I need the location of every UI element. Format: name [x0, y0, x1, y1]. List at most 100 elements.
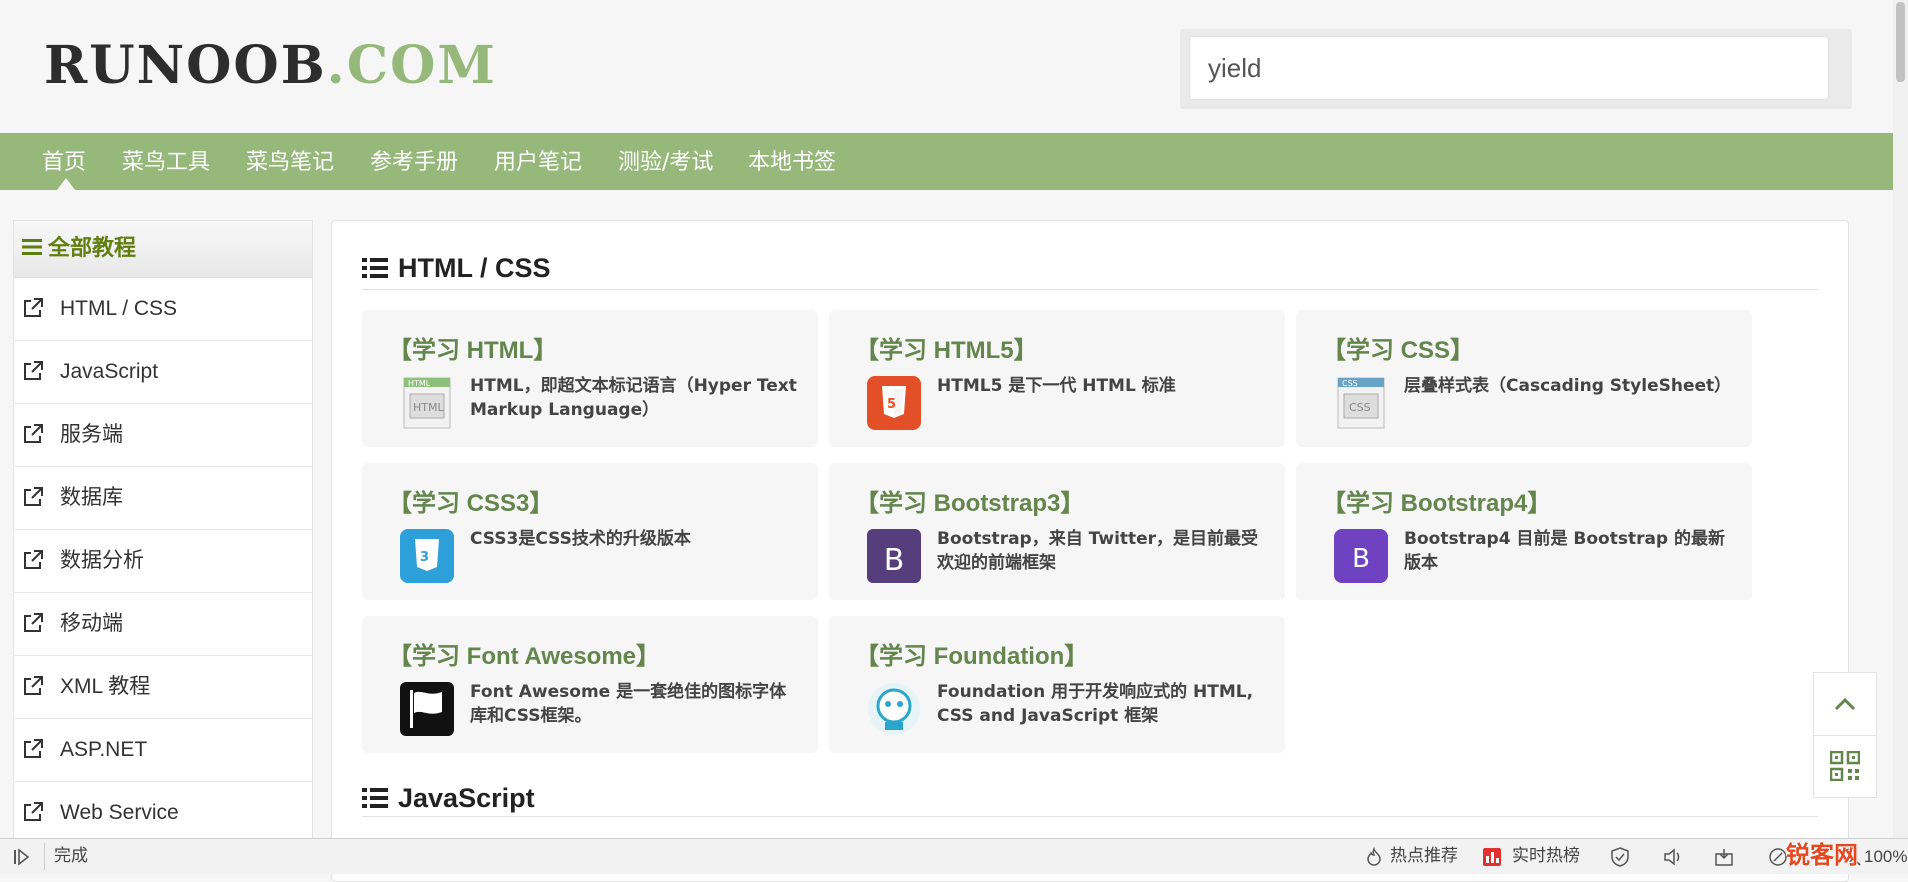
external-link-icon	[24, 424, 43, 443]
qrcode-icon	[1830, 751, 1860, 781]
card-title: 【学习 CSS】	[1322, 337, 1475, 364]
external-link-icon	[24, 550, 43, 569]
sidebar-item-label: JavaScript	[60, 360, 159, 383]
speaker-icon[interactable]	[1662, 847, 1682, 867]
card-learn-font-awesome[interactable]: 【学习 Font Awesome】 Font Awesome 是一套绝佳的图标字…	[362, 616, 818, 753]
nav-item-notes[interactable]: 菜鸟笔记	[246, 133, 334, 190]
card-title: 【学习 HTML】	[388, 337, 558, 364]
sidebar-item-mobile[interactable]: 移动端	[14, 593, 312, 656]
card-title: 【学习 CSS3】	[388, 490, 554, 517]
sidebar-item-javascript[interactable]: JavaScript	[14, 341, 312, 404]
css3-icon: 3	[400, 529, 454, 583]
back-to-top-button[interactable]	[1814, 673, 1876, 736]
section-divider	[362, 289, 1818, 290]
card-description: Bootstrap4 目前是 Bootstrap 的最新版本	[1404, 529, 1726, 573]
site-logo[interactable]: RUNOOB.COM	[44, 38, 497, 94]
sidebar-item-label: 数据库	[60, 486, 123, 509]
main-content: HTML / CSS 【学习 HTML】 HTML HTML HTML，即超文本…	[331, 220, 1849, 882]
download-box-icon[interactable]	[1714, 847, 1734, 867]
status-divider	[44, 843, 45, 870]
card-description: Font Awesome 是一套绝佳的图标字体库和CSS框架。	[470, 682, 787, 726]
sidebar-title: 全部教程	[48, 236, 137, 261]
card-learn-html[interactable]: 【学习 HTML】 HTML HTML HTML，即超文本标记语言（Hyper …	[362, 310, 818, 447]
sidebar-item-html-css[interactable]: HTML / CSS	[14, 278, 312, 341]
sidebar-item-database[interactable]: 数据库	[14, 467, 312, 530]
scrollbar-thumb[interactable]	[1896, 2, 1905, 82]
card-learn-css3[interactable]: 【学习 CSS3】 3 CSS3是CSS技术的升级版本	[362, 463, 818, 600]
card-title: 【学习 Foundation】	[855, 643, 1089, 670]
adblock-icon[interactable]	[1768, 847, 1788, 867]
font-awesome-icon	[400, 682, 454, 736]
sidebar-item-label: ASP.NET	[60, 738, 148, 761]
html5-icon: 5	[867, 376, 921, 430]
card-description: HTML，即超文本标记语言（Hyper Text Markup Language…	[470, 376, 797, 420]
hot-recommend-button[interactable]: 热点推荐	[1390, 839, 1458, 874]
svg-text:3: 3	[420, 550, 429, 565]
external-link-icon	[24, 802, 43, 821]
card-learn-css[interactable]: 【学习 CSS】 CSS CSS 层叠样式表（Cascading StyleSh…	[1296, 310, 1752, 447]
card-title: 【学习 Font Awesome】	[388, 643, 661, 670]
status-text: 完成	[54, 846, 88, 866]
site-header: RUNOOB.COM	[0, 0, 1893, 133]
search-input[interactable]	[1189, 36, 1829, 100]
sidebar-item-label: 服务端	[60, 423, 123, 446]
sidebar-item-label: 移动端	[60, 612, 123, 635]
svg-text:HTML: HTML	[408, 379, 431, 388]
bootstrap3-icon: B	[867, 529, 921, 583]
css-icon: CSS CSS	[1337, 377, 1385, 429]
nav-item-quiz[interactable]: 测验/考试	[618, 133, 713, 190]
section-title-javascript: JavaScript	[362, 783, 535, 814]
logo-dot: .COM	[326, 35, 497, 96]
card-title: 【学习 HTML5】	[855, 337, 1038, 364]
external-link-icon	[24, 298, 43, 317]
chevron-up-icon	[1834, 697, 1856, 711]
card-description: HTML5 是下一代 HTML 标准	[937, 376, 1176, 396]
nav-item-tools[interactable]: 菜鸟工具	[122, 133, 210, 190]
sidebar-item-data-analysis[interactable]: 数据分析	[14, 530, 312, 593]
external-link-icon	[24, 676, 43, 695]
list-icon	[362, 788, 388, 808]
nav-item-bookmarks[interactable]: 本地书签	[748, 133, 836, 190]
card-learn-foundation[interactable]: 【学习 Foundation】 Foundation 用于开发响应式的 HTML…	[829, 616, 1285, 753]
flame-icon	[1367, 847, 1381, 866]
search-box	[1180, 29, 1852, 109]
external-link-icon	[24, 361, 43, 380]
svg-text:CSS: CSS	[1342, 379, 1358, 388]
browser-status-bar: 完成 热点推荐 实时热榜 100% 锐客网	[0, 838, 1908, 874]
external-link-icon	[24, 613, 43, 632]
card-description: Bootstrap，来自 Twitter，是目前最受欢迎的前端框架	[937, 529, 1259, 573]
zoom-level[interactable]: 100%	[1864, 839, 1907, 874]
section-title-html-css: HTML / CSS	[362, 253, 551, 284]
svg-text:HTML: HTML	[413, 401, 444, 414]
shield-check-icon[interactable]	[1610, 847, 1630, 867]
card-description: CSS3是CSS技术的升级版本	[470, 529, 691, 549]
foundation-icon	[868, 683, 920, 735]
main-nav: 首页 菜鸟工具 菜鸟笔记 参考手册 用户笔记 测验/考试 本地书签	[0, 133, 1893, 190]
sidebar-item-aspnet[interactable]: ASP.NET	[14, 719, 312, 782]
realtime-hot-button[interactable]: 实时热榜	[1512, 839, 1580, 874]
section-divider	[362, 816, 1818, 817]
card-learn-bootstrap4[interactable]: 【学习 Bootstrap4】 B Bootstrap4 目前是 Bootstr…	[1296, 463, 1752, 600]
sidebar-item-label: HTML / CSS	[60, 297, 178, 320]
sidebar-item-label: 数据分析	[60, 549, 144, 572]
page-scrollbar[interactable]	[1893, 0, 1908, 838]
sidebar-item-web-service[interactable]: Web Service	[14, 782, 312, 841]
external-link-icon	[24, 487, 43, 506]
card-learn-html5[interactable]: 【学习 HTML5】 5 HTML5 是下一代 HTML 标准	[829, 310, 1285, 447]
sidebar-item-xml[interactable]: XML 教程	[14, 656, 312, 719]
qrcode-button[interactable]	[1814, 735, 1876, 797]
floating-tools	[1813, 672, 1877, 798]
sidebar-header: 全部教程	[14, 221, 312, 278]
sidebar: 全部教程 HTML / CSS JavaScript 服务端 数据库 数据分析 …	[13, 220, 313, 842]
nav-item-user-notes[interactable]: 用户笔记	[494, 133, 582, 190]
nav-item-reference[interactable]: 参考手册	[370, 133, 458, 190]
sidebar-toggle-icon[interactable]	[12, 847, 32, 867]
external-link-icon	[24, 739, 43, 758]
html-icon: HTML HTML	[403, 377, 451, 429]
card-learn-bootstrap3[interactable]: 【学习 Bootstrap3】 B Bootstrap，来自 Twitter，是…	[829, 463, 1285, 600]
watermark-logo: 锐客网	[1786, 841, 1858, 869]
card-title: 【学习 Bootstrap4】	[1322, 490, 1552, 517]
card-title: 【学习 Bootstrap3】	[855, 490, 1085, 517]
svg-text:CSS: CSS	[1349, 401, 1371, 414]
sidebar-item-server[interactable]: 服务端	[14, 404, 312, 467]
